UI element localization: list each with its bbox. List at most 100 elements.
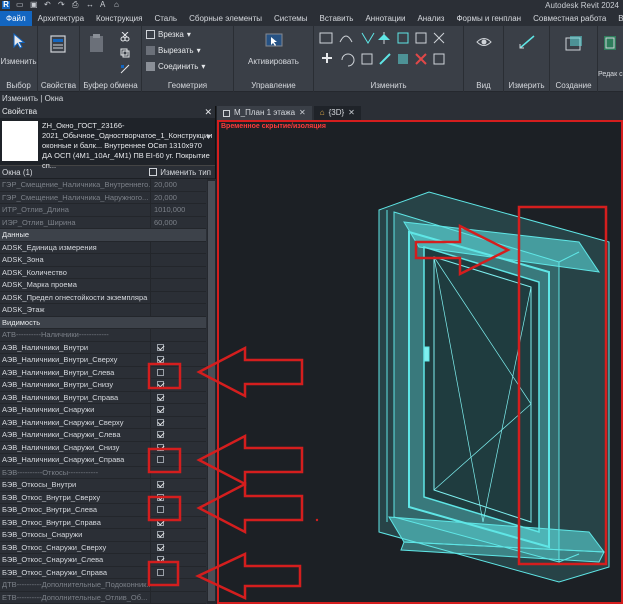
copy-icon[interactable] <box>120 48 130 58</box>
tab-0[interactable]: Файл <box>0 11 32 26</box>
visibility-checkbox[interactable] <box>157 518 164 526</box>
property-value[interactable] <box>150 441 206 453</box>
visibility-checkbox[interactable] <box>157 506 164 513</box>
tab-6[interactable]: Вставить <box>314 11 360 26</box>
property-section-header[interactable]: Данные <box>0 229 206 242</box>
property-value[interactable] <box>150 516 206 528</box>
select-group-label[interactable]: Выбор <box>0 81 37 90</box>
save-icon[interactable]: ▣ <box>30 1 38 9</box>
create-group-label[interactable]: Создание <box>550 81 597 90</box>
property-value[interactable] <box>150 404 206 416</box>
property-value[interactable] <box>150 491 206 503</box>
join-button[interactable]: Соединить ▾ <box>146 62 205 71</box>
visibility-checkbox[interactable] <box>157 443 164 451</box>
property-value[interactable] <box>150 329 206 341</box>
type-selector[interactable]: ZH_Окно_ГОСТ_23166-2021_Обычное_Одноство… <box>0 118 215 170</box>
activate-icon[interactable] <box>264 32 284 50</box>
visibility-checkbox[interactable] <box>157 481 164 488</box>
property-value[interactable] <box>150 341 206 353</box>
tab-3d[interactable]: ⌂ {3D} ✕ <box>313 106 361 120</box>
property-value[interactable] <box>150 379 206 391</box>
window-3d-model[interactable] <box>219 122 621 602</box>
scrollbar-thumb[interactable] <box>208 181 215 601</box>
property-value[interactable]: 60,000 <box>150 216 206 228</box>
property-value[interactable] <box>150 541 206 553</box>
modify-cursor-icon[interactable] <box>10 32 28 50</box>
chevron-down-icon[interactable]: ▼ <box>205 134 212 141</box>
property-value[interactable] <box>150 504 206 516</box>
property-value[interactable]: 1010,000 <box>150 204 206 216</box>
tab-7[interactable]: Аннотации <box>359 11 411 26</box>
close-icon[interactable]: ✕ <box>299 106 306 120</box>
edit-family-icon[interactable] <box>602 34 618 52</box>
properties-group-label[interactable]: Свойства <box>38 81 79 90</box>
geometry-group-label[interactable]: Геометрия <box>142 81 233 90</box>
match-properties-icon[interactable] <box>120 64 130 74</box>
measure-tool-icon[interactable] <box>518 34 536 50</box>
tab-3[interactable]: Сталь <box>148 11 183 26</box>
property-value[interactable]: 20,000 <box>150 191 206 203</box>
tab-11[interactable]: Вид <box>612 11 623 26</box>
properties-icon[interactable] <box>48 34 68 54</box>
measure-icon[interactable]: ↔ <box>86 1 94 9</box>
tab-5[interactable]: Системы <box>268 11 314 26</box>
cut-geometry-button[interactable]: Вырезать ▾ <box>146 46 201 55</box>
clipboard-group-label[interactable]: Буфер обмена <box>80 81 141 90</box>
visibility-checkbox[interactable] <box>157 531 164 538</box>
tab-1[interactable]: Архитектура <box>32 11 90 26</box>
property-value[interactable] <box>150 366 206 378</box>
visibility-checkbox[interactable] <box>157 368 164 376</box>
property-value[interactable] <box>150 454 206 466</box>
visibility-checkbox[interactable] <box>157 493 164 501</box>
property-value[interactable] <box>150 529 206 541</box>
tab-floor-plan[interactable]: М_План 1 этажа ✕ <box>217 106 312 120</box>
modify-button-label[interactable]: Изменить <box>0 57 37 66</box>
paste-icon[interactable] <box>88 32 106 54</box>
modify-tools-icon[interactable] <box>318 30 460 76</box>
property-section-header[interactable]: Видимость <box>0 316 206 329</box>
hide-icon[interactable] <box>476 34 492 50</box>
property-value[interactable] <box>150 554 206 566</box>
property-value[interactable] <box>150 416 206 428</box>
measure-group-label[interactable]: Измерить <box>504 81 549 90</box>
edit-family-label[interactable]: Редак семе <box>598 71 623 78</box>
visibility-checkbox[interactable] <box>157 343 164 351</box>
property-value[interactable] <box>150 579 206 591</box>
visibility-checkbox[interactable] <box>157 543 164 551</box>
visibility-checkbox[interactable] <box>157 568 164 576</box>
tab-10[interactable]: Совместная работа <box>527 11 612 26</box>
visibility-checkbox[interactable] <box>157 393 164 401</box>
property-value[interactable] <box>150 279 206 291</box>
property-value[interactable] <box>150 291 206 303</box>
visibility-checkbox[interactable] <box>157 406 164 413</box>
property-value[interactable] <box>150 304 206 316</box>
close-icon[interactable]: ✕ <box>204 106 212 118</box>
tab-2[interactable]: Конструкция <box>90 11 148 26</box>
visibility-checkbox[interactable] <box>157 456 164 463</box>
view-group-label[interactable]: Вид <box>464 81 503 90</box>
property-value[interactable] <box>150 354 206 366</box>
print-icon[interactable]: ⎙ <box>72 1 80 9</box>
activate-button-label[interactable]: Активировать <box>234 57 313 66</box>
visibility-checkbox[interactable] <box>157 418 164 426</box>
property-value[interactable] <box>150 429 206 441</box>
property-value[interactable] <box>150 591 206 603</box>
control-group-label[interactable]: Управление <box>234 81 313 90</box>
properties-scrollbar[interactable] <box>207 179 216 604</box>
tab-9[interactable]: Формы и генплан <box>450 11 527 26</box>
tab-4[interactable]: Сборные элементы <box>183 11 268 26</box>
property-value[interactable]: 20,000 <box>150 179 206 191</box>
visibility-checkbox[interactable] <box>157 556 164 563</box>
create-icon[interactable] <box>564 34 584 52</box>
3d-view-icon[interactable]: ⌂ <box>114 1 122 9</box>
cope-button[interactable]: Врезка ▾ <box>146 30 191 39</box>
property-value[interactable] <box>150 241 206 253</box>
cut-icon[interactable] <box>120 32 130 42</box>
instance-filter[interactable]: Окна (1) <box>2 166 33 178</box>
visibility-checkbox[interactable] <box>157 356 164 363</box>
property-value[interactable] <box>150 466 206 478</box>
undo-icon[interactable]: ↶ <box>44 1 52 9</box>
property-value[interactable] <box>150 479 206 491</box>
property-value[interactable] <box>150 566 206 578</box>
visibility-checkbox[interactable] <box>157 381 164 388</box>
